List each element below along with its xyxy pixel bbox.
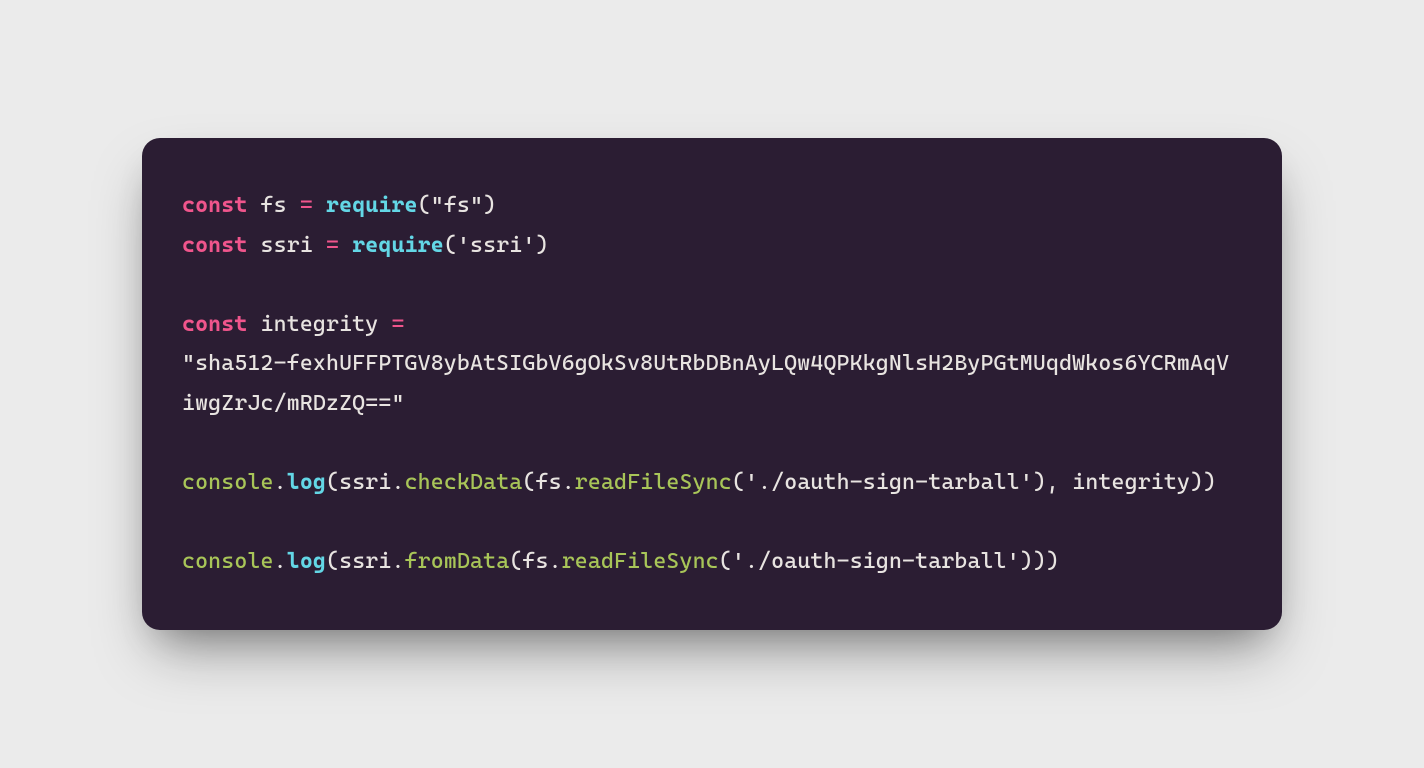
code-line-4: const integrity = <box>182 312 405 337</box>
string-hash: "sha512-fexhUFFPTGV8ybAtSIGbV6gOkSv8UtRb… <box>182 351 1229 416</box>
variable-fs: fs <box>522 549 548 574</box>
paren-open: ( <box>719 549 732 574</box>
variable-fs: fs <box>536 470 562 495</box>
code-line-7: console.log(ssri.checkData(fs.readFileSy… <box>182 470 1216 495</box>
operator-equals: = <box>391 312 404 337</box>
paren-open: ( <box>509 549 522 574</box>
function-require: require <box>352 233 444 258</box>
object-console: console <box>182 470 274 495</box>
string-path: './oauth-sign-tarball' <box>745 470 1033 495</box>
string-fs: "fs" <box>431 193 483 218</box>
dot: . <box>274 470 287 495</box>
variable-ssri: ssri <box>339 470 391 495</box>
paren-close: ) <box>483 193 496 218</box>
paren-close: ) <box>1020 549 1033 574</box>
operator-equals: = <box>300 193 313 218</box>
variable-fs: fs <box>261 193 287 218</box>
function-require: require <box>326 193 418 218</box>
object-console: console <box>182 549 274 574</box>
dot: . <box>562 470 575 495</box>
keyword-const: const <box>182 312 247 337</box>
operator-equals: = <box>326 233 339 258</box>
dot: . <box>391 470 404 495</box>
paren-close: ) <box>1190 470 1203 495</box>
method-readfilesync: readFileSync <box>575 470 732 495</box>
paren-close: ) <box>1033 470 1046 495</box>
string-path: './oauth-sign-tarball' <box>732 549 1020 574</box>
code-line-2: const ssri = require('ssri') <box>182 233 549 258</box>
paren-open: ( <box>326 549 339 574</box>
variable-integrity: integrity <box>1072 470 1190 495</box>
code-line-1: const fs = require("fs") <box>182 193 496 218</box>
variable-ssri: ssri <box>261 233 313 258</box>
dot: . <box>391 549 404 574</box>
variable-integrity: integrity <box>261 312 379 337</box>
comma: , <box>1046 470 1072 495</box>
variable-ssri: ssri <box>339 549 391 574</box>
method-readfilesync: readFileSync <box>562 549 719 574</box>
paren-close: ) <box>1203 470 1216 495</box>
dot: . <box>274 549 287 574</box>
code-line-9: console.log(ssri.fromData(fs.readFileSyn… <box>182 549 1059 574</box>
paren-open: ( <box>418 193 431 218</box>
paren-close: ) <box>1046 549 1059 574</box>
keyword-const: const <box>182 233 247 258</box>
paren-open: ( <box>326 470 339 495</box>
code-block: const fs = require("fs") const ssri = re… <box>142 138 1282 630</box>
dot: . <box>549 549 562 574</box>
property-log: log <box>287 549 326 574</box>
paren-close: ) <box>535 233 548 258</box>
string-ssri: 'ssri' <box>457 233 536 258</box>
keyword-const: const <box>182 193 247 218</box>
code-line-5: "sha512-fexhUFFPTGV8ybAtSIGbV6gOkSv8UtRb… <box>182 351 1229 416</box>
paren-open: ( <box>732 470 745 495</box>
paren-open: ( <box>522 470 535 495</box>
method-checkdata: checkData <box>405 470 523 495</box>
paren-close: ) <box>1033 549 1046 574</box>
method-fromdata: fromData <box>405 549 510 574</box>
property-log: log <box>287 470 326 495</box>
paren-open: ( <box>444 233 457 258</box>
